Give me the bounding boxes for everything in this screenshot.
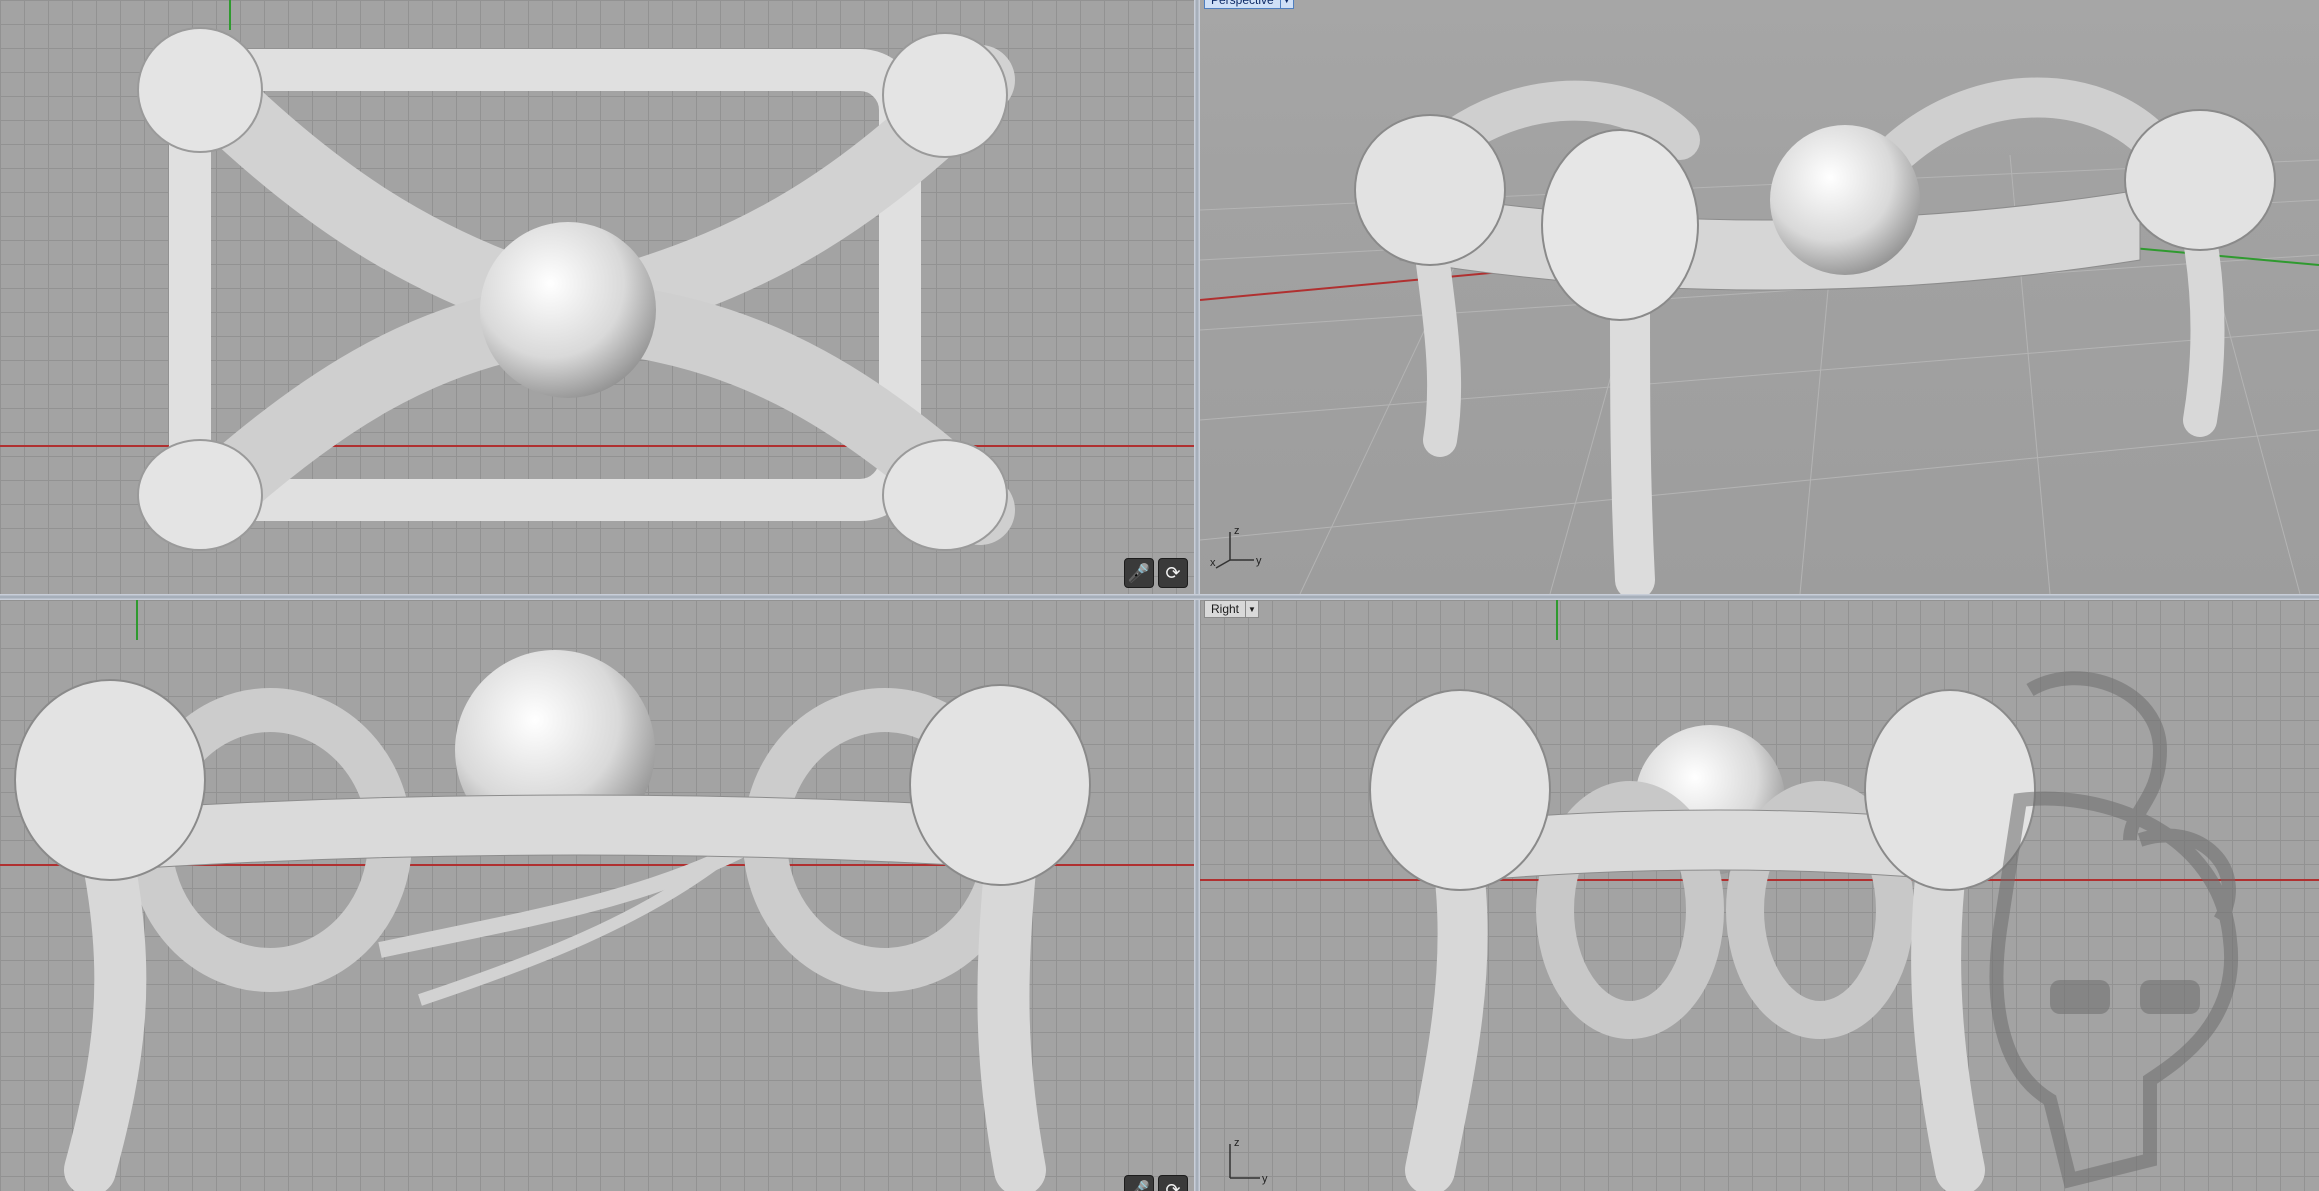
center-sphere: [480, 222, 656, 398]
viewport-label-text: Right: [1204, 600, 1247, 618]
viewport-splitter-horizontal[interactable]: [0, 594, 2319, 600]
mic-icon[interactable]: 🎤: [1124, 1175, 1154, 1191]
spine-shape: [1413, 223, 1462, 457]
center-sphere: [1770, 125, 1920, 275]
spine-shape: [1911, 855, 1985, 1191]
axis-label-y: y: [1256, 555, 1262, 567]
skull-shape: [137, 439, 263, 551]
skull-shape: [882, 439, 1008, 551]
spine-shape: [2183, 223, 2225, 437]
perspective-view-scene: [1200, 77, 2319, 594]
spine-shape: [977, 844, 1046, 1191]
axis-label-y: y: [1262, 1173, 1268, 1185]
skull-shape: [909, 684, 1091, 886]
spine-shape: [1610, 280, 1655, 594]
chevron-down-icon[interactable]: ▼: [1246, 600, 1260, 618]
skull-shape: [2124, 109, 2276, 251]
skull-shape: [1354, 114, 1506, 266]
skull-shape: [1369, 689, 1551, 891]
axis-gizmo-persp: z x y: [1210, 525, 1262, 569]
viewport-label-text: Perspective: [1204, 0, 1281, 9]
viewport-front[interactable]: 🎤 ⟳: [0, 600, 1194, 1191]
viewport-top[interactable]: 🎤 ⟳: [0, 0, 1194, 594]
skull-shape: [882, 32, 1008, 158]
axis-label-z: z: [1234, 1137, 1240, 1149]
horn-shape: [1880, 77, 2180, 170]
mic-icon[interactable]: 🎤: [1124, 558, 1154, 588]
spine-shape: [1405, 855, 1488, 1191]
viewport-controls: 🎤 ⟳: [1124, 558, 1188, 588]
skull-watermark-logo: [1989, 671, 2239, 1189]
spine-shape: [64, 844, 147, 1191]
rotate-icon[interactable]: ⟳: [1158, 1175, 1188, 1191]
rotate-icon[interactable]: ⟳: [1158, 558, 1188, 588]
top-view-scene: [0, 0, 1194, 551]
front-view-scene: [0, 600, 1194, 1191]
skull-shape: [14, 679, 206, 881]
axis-gizmo-right: z y: [1229, 1137, 1268, 1185]
ring-band: [109, 794, 1041, 871]
ring-band: [1399, 189, 2141, 291]
axis-label-z: z: [1234, 525, 1240, 537]
viewport-label-right[interactable]: Right ▼: [1204, 600, 1260, 618]
viewport-label-perspective[interactable]: Perspective ▼: [1204, 0, 1294, 9]
skull-shape: [137, 27, 263, 153]
chevron-down-icon[interactable]: ▼: [1280, 0, 1294, 9]
rhino-app-window: 🎤 ⟳ Perspective ▼ z x y 🎤 ⟳ Right ▼ z y: [0, 0, 2319, 1191]
skull-shape: [1541, 129, 1699, 321]
axis-label-x: x: [1210, 557, 1216, 569]
viewport-controls: 🎤 ⟳: [1124, 1175, 1188, 1191]
right-view-scene: [1200, 600, 2319, 1191]
viewport-perspective[interactable]: Perspective ▼ z x y: [1200, 0, 2319, 594]
viewport-right[interactable]: Right ▼ z y: [1200, 600, 2319, 1191]
